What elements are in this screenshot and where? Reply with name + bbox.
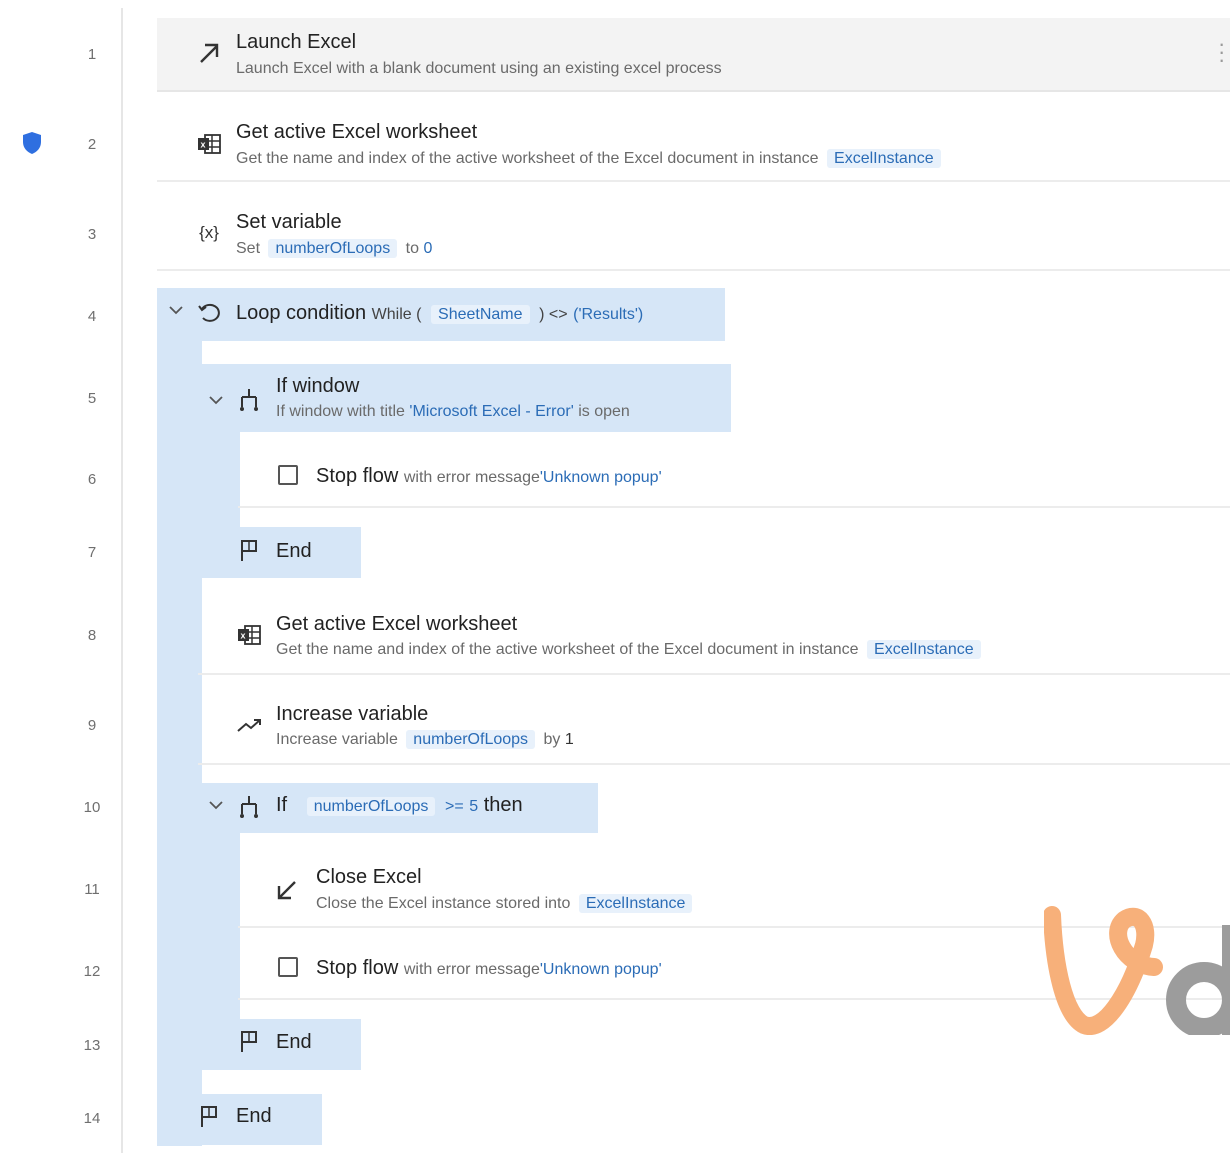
flag-icon <box>192 1101 226 1131</box>
excel-worksheet-icon: x <box>232 620 266 650</box>
step-title: Loop condition While ( SheetName ) <> ('… <box>236 302 644 324</box>
flag-icon <box>232 1026 266 1056</box>
variable-token[interactable]: numberOfLoops <box>268 239 398 258</box>
step-title: Launch Excel <box>236 31 357 53</box>
condition-icon <box>232 385 266 415</box>
loop-block-rail <box>157 288 202 1146</box>
variable-icon: {x} <box>199 223 219 242</box>
line-number-1: 1 <box>87 46 97 63</box>
step-description: If window with title 'Microsoft Excel - … <box>276 403 630 420</box>
step-title: Close Excel <box>316 866 422 888</box>
stop-checkbox-icon <box>278 465 298 485</box>
variable-token[interactable]: numberOfLoops <box>306 797 436 816</box>
line-number-5: 5 <box>87 390 97 407</box>
step-title: Stop flow with error message'Unknown pop… <box>316 465 662 487</box>
step-title: Get active Excel worksheet <box>236 121 478 143</box>
step-description: Close the Excel instance stored into Exc… <box>316 894 696 913</box>
line-number-7: 7 <box>87 544 97 561</box>
step-description: Launch Excel with a blank document using… <box>236 60 722 77</box>
step-launch-excel[interactable]: · · · <box>157 18 1230 92</box>
step-title: End <box>276 1031 312 1053</box>
row-divider <box>238 506 1230 508</box>
line-number-8: 8 <box>87 627 97 644</box>
variable-token[interactable]: ExcelInstance <box>578 894 693 913</box>
line-number-gutter <box>0 0 122 1153</box>
gutter-divider <box>121 8 123 1153</box>
svg-text:x: x <box>241 631 246 641</box>
step-title: Set variable <box>236 211 342 233</box>
more-options-icon[interactable]: · · · <box>1218 33 1225 71</box>
line-number-2: 2 <box>87 136 97 153</box>
svg-text:x: x <box>201 140 206 150</box>
step-title: Increase variable <box>276 703 429 725</box>
line-number-11: 11 <box>84 881 100 898</box>
line-number-4: 4 <box>87 308 97 325</box>
variable-token[interactable]: numberOfLoops <box>406 730 536 749</box>
line-number-13: 13 <box>83 1037 101 1054</box>
row-divider <box>157 269 1230 271</box>
line-number-14: 14 <box>83 1110 101 1127</box>
loop-icon <box>192 298 226 328</box>
step-title: End <box>236 1105 272 1127</box>
watermark-logo <box>1044 906 1230 1035</box>
line-number-3: 3 <box>87 226 97 243</box>
chevron-down-icon[interactable] <box>208 798 224 814</box>
stop-checkbox-icon <box>278 957 298 977</box>
step-title: End <box>276 540 312 562</box>
step-title: Stop flow with error message'Unknown pop… <box>316 957 662 979</box>
flag-icon <box>232 535 266 565</box>
step-description: Get the name and index of the active wor… <box>236 149 945 168</box>
variable-token[interactable]: SheetName <box>431 305 530 324</box>
line-number-10: 10 <box>83 799 101 816</box>
variable-token[interactable]: ExcelInstance <box>867 640 981 659</box>
step-title: If numberOfLoops >= 5 then <box>276 794 523 816</box>
chevron-down-icon[interactable] <box>208 393 224 409</box>
variable-token[interactable]: ExcelInstance <box>827 149 941 168</box>
condition-icon <box>232 792 266 822</box>
trend-up-icon <box>232 710 266 740</box>
close-arrow-icon <box>270 875 304 905</box>
step-description: Get the name and index of the active wor… <box>276 640 985 659</box>
row-divider <box>198 763 1230 765</box>
launch-arrow-icon <box>192 38 226 68</box>
excel-worksheet-icon: x <box>192 129 226 159</box>
step-title: If window <box>276 375 360 397</box>
line-number-12: 12 <box>83 963 101 980</box>
shield-icon[interactable] <box>21 131 43 155</box>
step-title: Get active Excel worksheet <box>276 613 518 635</box>
step-description: Increase variable numberOfLoops by 1 <box>276 730 574 749</box>
chevron-down-icon[interactable] <box>168 303 184 319</box>
step-description: Set numberOfLoops to 0 <box>236 239 433 258</box>
line-number-9: 9 <box>87 717 97 734</box>
line-number-6: 6 <box>87 471 97 488</box>
